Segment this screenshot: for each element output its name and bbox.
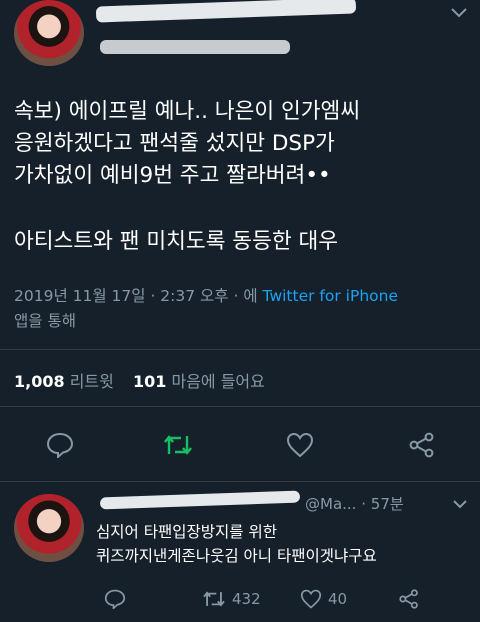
retweets-label: 리트윗 [69, 372, 114, 391]
divider [0, 349, 480, 350]
likes-count: 101 [132, 372, 167, 391]
reply-author-name-redacted [99, 490, 301, 510]
speech-bubble-icon [46, 432, 74, 458]
like-button[interactable] [286, 432, 314, 458]
retweets-count: 1,008 [14, 372, 65, 391]
chevron-down-icon[interactable] [450, 6, 468, 20]
share-icon [399, 589, 418, 609]
reply-handle: @Ma... · 57분 [305, 493, 404, 514]
reply-share-button[interactable] [398, 589, 420, 609]
tweet-meta: 2019년 11월 17일 · 2:37 오후 · 에 Twitter for … [14, 284, 476, 334]
retweet-icon [203, 591, 225, 607]
tweet-line-2: 응원하겠다고 팬석줄 섰지만 DSP가 [14, 131, 335, 156]
reply-line-1: 심지어 타팬입장방지를 위한 [96, 523, 277, 541]
divider [0, 406, 480, 407]
reply-retweet-button[interactable]: 432 [202, 589, 261, 609]
author-handle-redacted [100, 40, 290, 54]
reply-retweet-count: 432 [232, 590, 261, 608]
tweet-line-3: 가차없이 예비9번 주고 짤라버려•• [14, 163, 331, 188]
reply-author-avatar[interactable] [14, 494, 84, 562]
likes-stat[interactable]: 101 마음에 들어요 [133, 372, 265, 391]
heart-icon [300, 589, 322, 609]
heart-icon [286, 432, 314, 458]
author-name-redacted [95, 0, 357, 23]
reply-like-button[interactable]: 40 [300, 589, 347, 609]
divider [0, 481, 480, 482]
reply-chevron-down-icon[interactable] [452, 498, 468, 510]
tweet-line-4: 아티스트와 팬 미치도록 동등한 대우 [14, 229, 339, 254]
speech-bubble-icon [104, 589, 126, 609]
retweets-stat[interactable]: 1,008 리트윗 [14, 372, 119, 391]
reply-text: 심지어 타팬입장방지를 위한 퀴즈까지낸게존나웃김 아니 타팬이겟냐구요 [96, 520, 476, 568]
tweet-source-link[interactable]: Twitter for iPhone [263, 287, 398, 305]
retweet-button[interactable] [163, 432, 193, 458]
reply-button[interactable] [46, 432, 74, 458]
share-icon [409, 432, 434, 458]
tweet-timestamp[interactable]: 2019년 11월 17일 · 2:37 오후 · 에 [14, 287, 258, 305]
tweet-source-suffix: 앱을 통해 [14, 312, 76, 330]
reply-handle-text: @Ma... [305, 495, 357, 513]
tweet-line-1: 속보) 에이프릴 예나.. 나은이 인가엠씨 [14, 99, 361, 124]
author-avatar[interactable] [14, 0, 84, 66]
tweet-stats: 1,008 리트윗 101 마음에 들어요 [14, 368, 265, 392]
likes-label: 마음에 들어요 [171, 372, 265, 391]
retweet-icon [164, 435, 192, 455]
reply-time: · 57분 [361, 495, 404, 513]
tweet-body: 속보) 에이프릴 예나.. 나은이 인가엠씨 응원하겠다고 팬석줄 섰지만 DS… [14, 96, 474, 258]
reply-line-2: 퀴즈까지낸게존나웃김 아니 타팬이겟냐구요 [96, 547, 377, 565]
reply-like-count: 40 [328, 590, 348, 608]
share-button[interactable] [408, 432, 436, 458]
reply-reply-button[interactable] [104, 589, 126, 609]
